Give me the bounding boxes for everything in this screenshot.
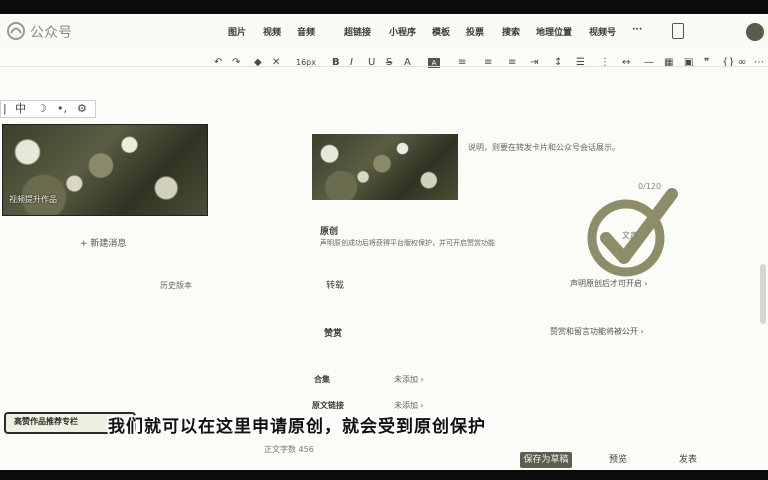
reprint-label: 转载 [326, 281, 345, 291]
check-icon [587, 188, 678, 277]
quote-icon[interactable]: ❞ [704, 54, 709, 72]
bold-button[interactable]: B [332, 54, 340, 72]
strike-button[interactable]: S [386, 54, 392, 72]
original-label: 原创 [320, 227, 339, 237]
editor-toolbar: ↶ ↷ ◆ ✕ 16px B I U S A A ≡ ≡ ≡ ⇥ ↕ ☰ ⋮ ↔… [0, 54, 768, 72]
undo-icon[interactable]: ↶ [214, 54, 222, 72]
cover-caption: 视频提升作品 [9, 195, 57, 204]
clear-format-icon[interactable]: ✕ [272, 54, 280, 72]
nav-location[interactable]: 地理位置 [536, 25, 572, 38]
underline-button[interactable]: U [368, 54, 375, 72]
font-color-button[interactable]: A [404, 54, 411, 72]
top-bar: 公众号 图片 视频 音频 超链接 小程序 模板 投票 搜索 地理位置 视频号 ·… [0, 14, 768, 48]
avatar[interactable] [746, 23, 764, 41]
nav-audio[interactable]: 音频 [297, 25, 315, 38]
letter-spacing-icon[interactable]: ↔ [622, 54, 630, 72]
scrollbar[interactable] [760, 264, 766, 324]
format-brush-icon[interactable]: ◆ [254, 54, 262, 72]
align-center-icon[interactable]: ≡ [484, 54, 492, 72]
nav-more[interactable]: ··· [632, 25, 642, 35]
toolbar-divider [0, 66, 768, 67]
cover-image[interactable]: 视频提升作品 [2, 124, 208, 216]
nav-link[interactable]: 超链接 [344, 25, 371, 38]
appreciate-label: 赞赏 [324, 329, 343, 339]
font-size-select[interactable]: 16px [296, 54, 316, 72]
history-version-link[interactable]: 历史版本 [160, 280, 192, 291]
link-icon[interactable]: ∞ [738, 54, 746, 72]
side-tools: | 中 ☽ •, ⚙ [0, 100, 96, 118]
nav-miniprogram[interactable]: 小程序 [389, 25, 416, 38]
phone-preview-icon[interactable] [672, 23, 684, 39]
preview-button[interactable]: 预览 [604, 452, 632, 468]
logo-icon [7, 22, 25, 40]
code-icon[interactable]: {} [722, 54, 735, 72]
original-link-value[interactable]: 未添加 › [394, 400, 424, 411]
original-desc[interactable]: 声明原创成功后将获得平台版权保护，并可开启赞赏功能 [320, 238, 495, 248]
nav-image[interactable]: 图片 [228, 25, 246, 38]
original-link-label: 原文链接 [312, 401, 344, 410]
list-icon[interactable]: ☰ [576, 54, 585, 72]
indent-icon[interactable]: ⇥ [530, 54, 538, 72]
card-tip: 说明，则要在转发卡片和公众号会话展示。 [468, 143, 620, 152]
nav-search[interactable]: 搜索 [502, 25, 520, 38]
nav-template[interactable]: 模板 [432, 25, 450, 38]
align-right-icon[interactable]: ≡ [508, 54, 516, 72]
overlay-badge-text: 高赞作品推荐专栏 [14, 417, 78, 426]
app-window: 公众号 图片 视频 音频 超链接 小程序 模板 投票 搜索 地理位置 视频号 ·… [0, 14, 768, 470]
brand-name: 公众号 [30, 25, 72, 41]
save-draft-button[interactable]: 保存为草稿 [520, 452, 572, 468]
word-count: 正文字数 456 [264, 445, 314, 454]
reprint-action-link[interactable]: 声明原创后才可开启 › [570, 278, 648, 289]
toggle-icon[interactable]: | [3, 101, 7, 117]
nav-channels[interactable]: 视频号 [589, 25, 616, 38]
card-preview-image[interactable] [312, 134, 458, 200]
punctuation-icon[interactable]: •, [57, 101, 67, 117]
add-message-button[interactable]: + 新建消息 [80, 236, 126, 249]
table-icon[interactable]: ▦ [664, 54, 673, 72]
collection-label: 合集 [314, 375, 330, 384]
redo-icon[interactable]: ↷ [232, 54, 240, 72]
line-height-icon[interactable]: ↕ [554, 54, 562, 72]
collection-value[interactable]: 未添加 › [394, 374, 424, 385]
divider-icon[interactable]: — [644, 54, 654, 72]
lang-icon[interactable]: 中 [15, 101, 26, 117]
nav-vote[interactable]: 投票 [466, 25, 484, 38]
appreciate-action-link[interactable]: 赞赏和留言功能将被公开 › [550, 326, 644, 337]
align-left-icon[interactable]: ≡ [458, 54, 466, 72]
nav-video[interactable]: 视频 [263, 25, 281, 38]
italic-button[interactable]: I [350, 54, 353, 72]
moon-icon[interactable]: ☽ [37, 101, 47, 117]
more-tools-icon[interactable]: ⋯ [754, 54, 764, 72]
ordered-list-icon[interactable]: ⋮ [600, 54, 610, 72]
publish-button[interactable]: 发表 [674, 452, 702, 468]
settings-icon[interactable]: ⚙ [77, 101, 87, 117]
image-icon[interactable]: ▣ [684, 54, 693, 72]
video-subtitle: 我们就可以在这里申请原创，就会受到原创保护 [108, 417, 486, 437]
